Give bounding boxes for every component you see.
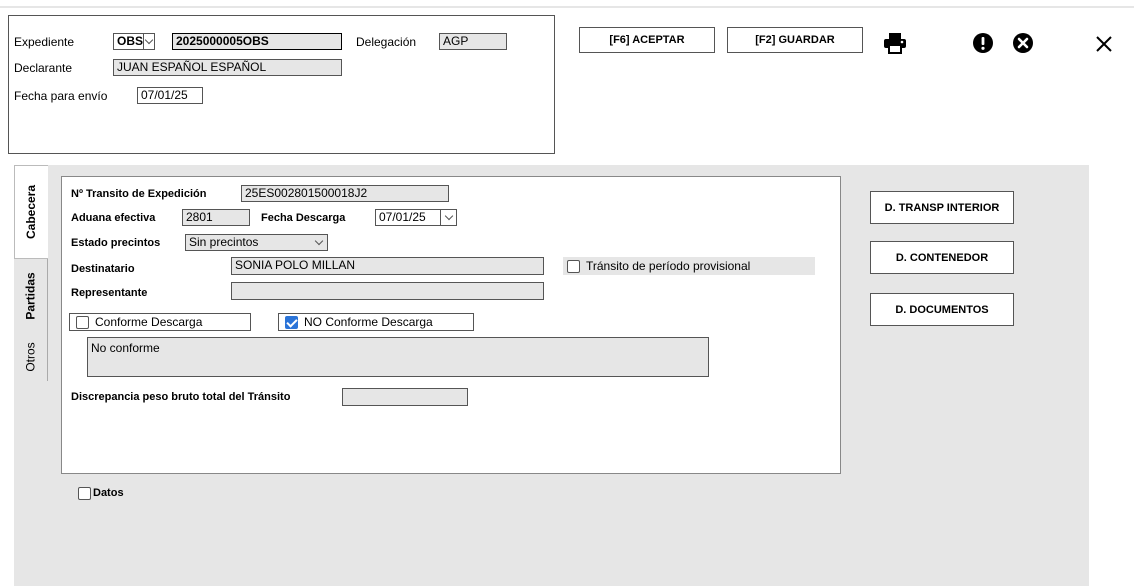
transito-provisional-checkbox[interactable]: Tránsito de período provisional [563,257,815,275]
chevron-down-icon [311,235,327,250]
printer-icon[interactable] [880,29,910,57]
representante-label: Representante [71,287,148,299]
no-conforme-check[interactable] [285,315,298,329]
x-circle-icon[interactable] [1008,29,1038,57]
transito-provisional-check[interactable] [567,259,580,273]
estado-select[interactable]: Sin precintos [185,234,328,251]
datos-label: Datos [93,487,124,499]
transp-interior-button[interactable]: D. TRANSP INTERIOR [870,191,1014,224]
discrepancia-field[interactable] [342,388,468,406]
fecha-descarga-label: Fecha Descarga [261,212,346,224]
observaciones-textarea[interactable]: No conforme [87,337,709,377]
datos-checkbox[interactable]: Datos [78,486,124,500]
transito-provisional-label: Tránsito de período provisional [586,259,751,273]
destinatario-field[interactable]: SONIA POLO MILLAN [231,257,544,275]
datos-check[interactable] [78,486,91,500]
fecha-envio-field[interactable]: 07/01/25 [137,87,203,104]
chevron-down-icon [440,210,456,225]
expediente-number-field[interactable]: 2025000005OBS [172,33,342,50]
conforme-checkbox[interactable]: Conforme Descarga [69,313,251,331]
transito-field[interactable]: 25ES002801500018J2 [241,185,449,202]
declarante-field[interactable]: JUAN ESPAÑOL ESPAÑOL [113,59,342,76]
exclamation-circle-icon[interactable] [968,29,998,57]
tab-cabecera[interactable]: Cabecera [14,165,48,259]
tab-partidas[interactable]: Partidas [14,259,48,333]
declarante-label: Declarante [14,61,73,75]
fecha-envio-label: Fecha para envío [14,89,108,103]
expediente-label: Expediente [14,35,75,49]
guardar-button[interactable]: [F2] GUARDAR [727,27,863,53]
tab-otros[interactable]: Otros [14,333,48,381]
delegacion-field[interactable]: AGP [439,33,507,50]
top-divider [0,6,1134,8]
tab-partidas-label: Partidas [23,272,38,320]
estado-label: Estado precintos [71,237,161,249]
aceptar-button[interactable]: [F6] ACEPTAR [579,27,715,53]
chevron-down-icon [143,34,154,49]
fecha-descarga-select[interactable]: 07/01/25 [375,209,457,226]
close-icon[interactable] [1090,30,1118,58]
no-conforme-checkbox[interactable]: NO Conforme Descarga [278,313,474,331]
contenedor-button[interactable]: D. CONTENEDOR [870,241,1014,274]
conforme-check[interactable] [76,315,89,329]
estado-value: Sin precintos [189,235,259,249]
destinatario-label: Destinatario [71,263,135,275]
tab-otros-label: Otros [23,342,38,372]
aduana-label: Aduana efectiva [71,212,156,224]
documentos-button[interactable]: D. DOCUMENTOS [870,293,1014,326]
expediente-prefix-value: OBS [117,34,144,48]
no-conforme-label: NO Conforme Descarga [304,315,433,329]
transito-label: Nº Transito de Expedición [71,188,207,200]
discrepancia-label: Discrepancia peso bruto total del Tránsi… [71,391,291,403]
expediente-prefix-select[interactable]: OBS [113,33,155,50]
conforme-label: Conforme Descarga [95,315,203,329]
aduana-field[interactable]: 2801 [182,209,250,226]
tab-cabecera-label: Cabecera [24,184,39,240]
fecha-descarga-value: 07/01/25 [379,210,426,224]
representante-field[interactable] [231,282,544,300]
delegacion-label: Delegación [356,35,417,49]
